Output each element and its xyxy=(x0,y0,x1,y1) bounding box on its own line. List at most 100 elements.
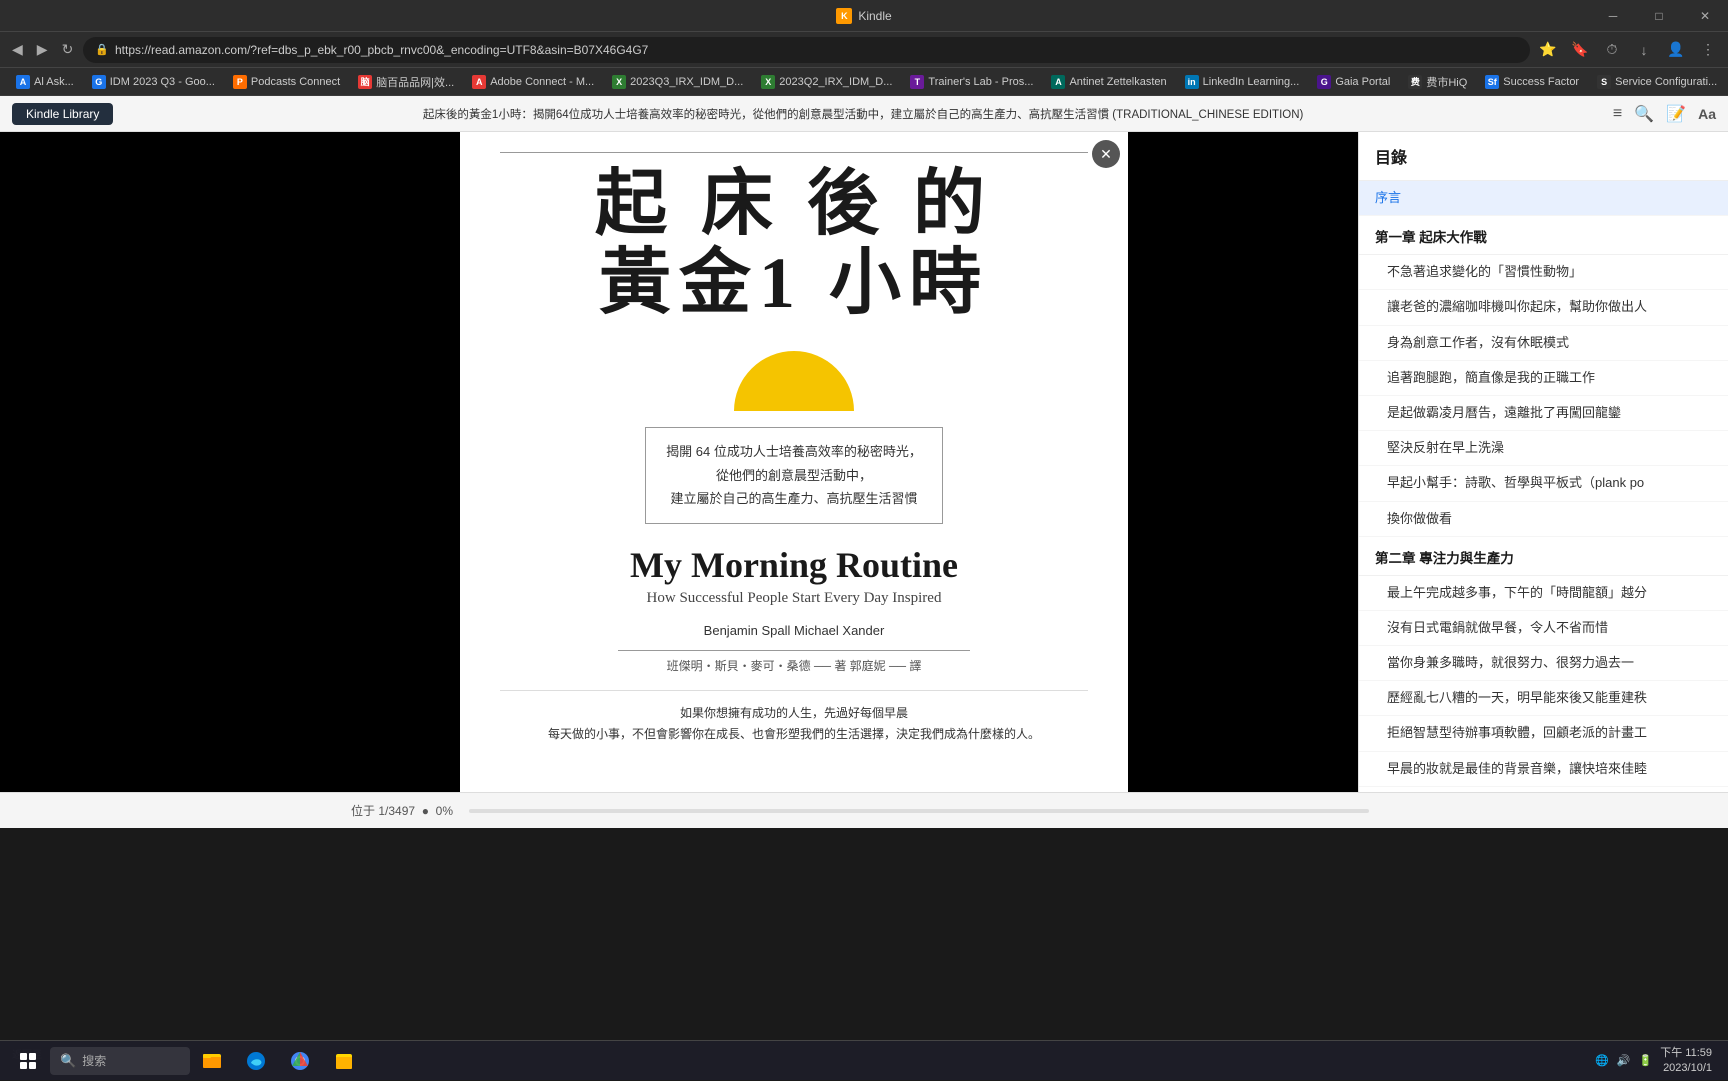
bookmark-favicon: in xyxy=(1185,75,1199,89)
toc-item-5[interactable]: 是起做霸凌月曆告，遠離批了再闖回龍鑾 xyxy=(1359,396,1728,431)
bookmark-trainer[interactable]: T Trainer's Lab - Pros... xyxy=(902,71,1041,93)
search-placeholder: 搜索 xyxy=(82,1052,106,1069)
left-page xyxy=(0,132,460,792)
bookmark-linkedin[interactable]: in LinkedIn Learning... xyxy=(1177,71,1308,93)
browser-tab[interactable]: K Kindle xyxy=(836,8,891,24)
extensions-icon[interactable]: ⭐ xyxy=(1536,38,1560,62)
bookmark-favicon: X xyxy=(612,75,626,89)
toc-item-6[interactable]: 堅決反射在早上洗澡 xyxy=(1359,431,1728,466)
toc-item-10[interactable]: 當你身兼多職時，就很努力、很努力過去一 xyxy=(1359,646,1728,681)
bookmark-podcasts[interactable]: P Podcasts Connect xyxy=(225,71,348,93)
bookmark-favicon: P xyxy=(233,75,247,89)
taskbar-files[interactable] xyxy=(324,1041,364,1081)
bookmark-antinet[interactable]: A Antinet Zettelkasten xyxy=(1043,71,1174,93)
forward-button[interactable]: ▶ xyxy=(33,37,52,62)
bookmark-label: 费市HiQ xyxy=(1426,74,1467,90)
bookmark-nao[interactable]: 脑 脑百品品网|效... xyxy=(350,71,462,93)
bookmark-idm[interactable]: G IDM 2023 Q3 - Goo... xyxy=(84,71,223,93)
bookmark-favicon: 脑 xyxy=(358,75,372,89)
bookmark-favicon: A xyxy=(16,75,30,89)
toc-item-14[interactable]: 顛然犧牲一切來換取在起的曝曬 xyxy=(1359,787,1728,792)
bookmark-favicon: G xyxy=(92,75,106,89)
profile-icon[interactable]: 👤 xyxy=(1664,38,1688,62)
reload-button[interactable]: ↻ xyxy=(58,37,78,62)
book-subtitle-english: How Successful People Start Every Day In… xyxy=(647,590,942,607)
bookmark-favicon: G xyxy=(1317,75,1331,89)
right-page xyxy=(1128,132,1358,792)
close-toc-button[interactable]: ✕ xyxy=(1092,140,1120,168)
search-icon[interactable]: 🔍 xyxy=(1634,104,1654,124)
author-divider xyxy=(618,650,971,651)
toc-item-2[interactable]: 讓老爸的濃縮咖啡機叫你起床，幫助你做出人 xyxy=(1359,290,1728,325)
taskbar-chrome[interactable] xyxy=(280,1041,320,1081)
toc-item-8[interactable]: 最上午完成越多事，下午的「時間龍額」越分 xyxy=(1359,576,1728,611)
search-icon: 🔍 xyxy=(60,1053,76,1069)
minimize-button[interactable]: ─ xyxy=(1590,0,1636,32)
bookmark-gaia[interactable]: G Gaia Portal xyxy=(1309,71,1398,93)
toc-item-1[interactable]: 不急著追求變化的「習慣性動物」 xyxy=(1359,255,1728,290)
bookmark-service[interactable]: S Service Configurati... xyxy=(1589,71,1725,93)
notes-icon[interactable]: 📝 xyxy=(1666,104,1686,124)
start-button[interactable] xyxy=(8,1041,48,1081)
bookmarks-bar: A Al Ask... G IDM 2023 Q3 - Goo... P Pod… xyxy=(0,68,1728,96)
toc-item-12[interactable]: 拒絕智慧型待辦事項軟體，回顧老派的計畫工 xyxy=(1359,716,1728,751)
bookmark-adobe[interactable]: A Adobe Connect - M... xyxy=(464,71,602,93)
tray-battery: 🔋 xyxy=(1639,1054,1653,1067)
system-clock[interactable]: 下午 11:59 2023/10/1 xyxy=(1660,1046,1712,1075)
toc-item-4[interactable]: 追著跑腿跑，簡直像是我的正職工作 xyxy=(1359,361,1728,396)
taskbar-explorer[interactable] xyxy=(192,1041,232,1081)
bookmark-label: Antinet Zettelkasten xyxy=(1069,76,1166,88)
browser-title-bar: K Kindle ─ □ ✕ xyxy=(0,0,1728,32)
bookmark-irx2[interactable]: X 2023Q2_IRX_IDM_D... xyxy=(753,71,900,93)
book-authors: Benjamin Spall Michael Xander xyxy=(704,623,885,638)
bookmark-fei[interactable]: 费 费市HiQ xyxy=(1400,71,1475,93)
bookmark-icon[interactable]: 🔖 xyxy=(1568,38,1592,62)
windows-search-box[interactable]: 🔍 搜索 xyxy=(50,1047,190,1075)
top-divider xyxy=(500,152,1088,153)
sun-illustration xyxy=(734,351,854,411)
bookmark-ai-ask[interactable]: A Al Ask... xyxy=(8,71,82,93)
toc-icon[interactable]: ≡ xyxy=(1613,105,1622,123)
font-settings-icon[interactable]: Aa xyxy=(1698,106,1716,122)
windows-taskbar: 🔍 搜索 🌐 🔊 🔋 下午 11:59 2023/10/1 xyxy=(0,1040,1728,1080)
book-subtitle-box: 揭開 64 位成功人士培養高效率的秘密時光， 從他們的創意晨型活動中， 建立屬於… xyxy=(645,427,943,523)
toc-item-11[interactable]: 歷經亂七八糟的一天，明早能來後又能重建秩 xyxy=(1359,681,1728,716)
url-input[interactable]: 🔒 https://read.amazon.com/?ref=dbs_p_ebk… xyxy=(83,37,1530,63)
toc-item-3[interactable]: 身為創意工作者，沒有休眠模式 xyxy=(1359,326,1728,361)
bookmark-label: Gaia Portal xyxy=(1335,76,1390,88)
library-button[interactable]: Kindle Library xyxy=(12,103,113,125)
back-button[interactable]: ◀ xyxy=(8,37,27,62)
bookmark-success[interactable]: Sf Success Factor xyxy=(1477,71,1587,93)
tab-title: Kindle xyxy=(858,9,891,23)
downloads-icon[interactable]: ↓ xyxy=(1632,38,1656,62)
taskbar-app-icons xyxy=(192,1041,364,1081)
toc-section-1[interactable]: 第一章 起床大作戰 xyxy=(1359,218,1728,255)
close-button[interactable]: ✕ xyxy=(1682,0,1728,32)
book-title-header: 起床後的黃金1小時：揭開64位成功人士培養高效率的秘密時光，從他們的創意晨型活動… xyxy=(113,106,1613,122)
book-title-english: My Morning Routine xyxy=(630,544,958,586)
book-tagline: 如果你想擁有成功的人生，先過好每個早晨 每天做的小事，不但會影響你在成長、也會形… xyxy=(500,690,1088,746)
book-page: ✕ 起 床 後 的 黃金1 小時 揭開 64 位成功人士培養高效率的秘密時光， … xyxy=(460,132,1128,792)
history-icon[interactable]: ⏱ xyxy=(1600,38,1624,62)
kindle-reader-chrome: Kindle Library 起床後的黃金1小時：揭開64位成功人士培養高效率的… xyxy=(0,96,1728,132)
reader-toolbar: ≡ 🔍 📝 Aa xyxy=(1613,104,1716,124)
toc-item-preface[interactable]: 序言 xyxy=(1359,181,1728,216)
progress-position: 位于 1/3497 ● 0% xyxy=(351,802,453,819)
bookmark-favicon: T xyxy=(910,75,924,89)
bookmark-favicon: A xyxy=(472,75,486,89)
windows-logo xyxy=(20,1053,36,1069)
toc-item-9[interactable]: 沒有日式電鍋就做早餐，令人不省而惜 xyxy=(1359,611,1728,646)
toc-section-2[interactable]: 第二章 專注力與生產力 xyxy=(1359,539,1728,576)
bookmark-irx1[interactable]: X 2023Q3_IRX_IDM_D... xyxy=(604,71,751,93)
toc-item-7[interactable]: 早起小幫手：詩歌、哲學與平板式（plank po xyxy=(1359,466,1728,501)
maximize-button[interactable]: □ xyxy=(1636,0,1682,32)
taskbar-edge[interactable] xyxy=(236,1041,276,1081)
toc-item-do-it[interactable]: 換你做做看 xyxy=(1359,502,1728,537)
menu-icon[interactable]: ⋮ xyxy=(1696,38,1720,62)
kindle-favicon: K xyxy=(836,8,852,24)
bookmark-favicon: A xyxy=(1051,75,1065,89)
window-controls: ─ □ ✕ xyxy=(1590,0,1728,32)
toc-item-13[interactable]: 早晨的妝就是最佳的背景音樂，讓快培來佳睦 xyxy=(1359,752,1728,787)
lock-icon: 🔒 xyxy=(95,43,109,56)
progress-bar[interactable] xyxy=(469,809,1369,813)
